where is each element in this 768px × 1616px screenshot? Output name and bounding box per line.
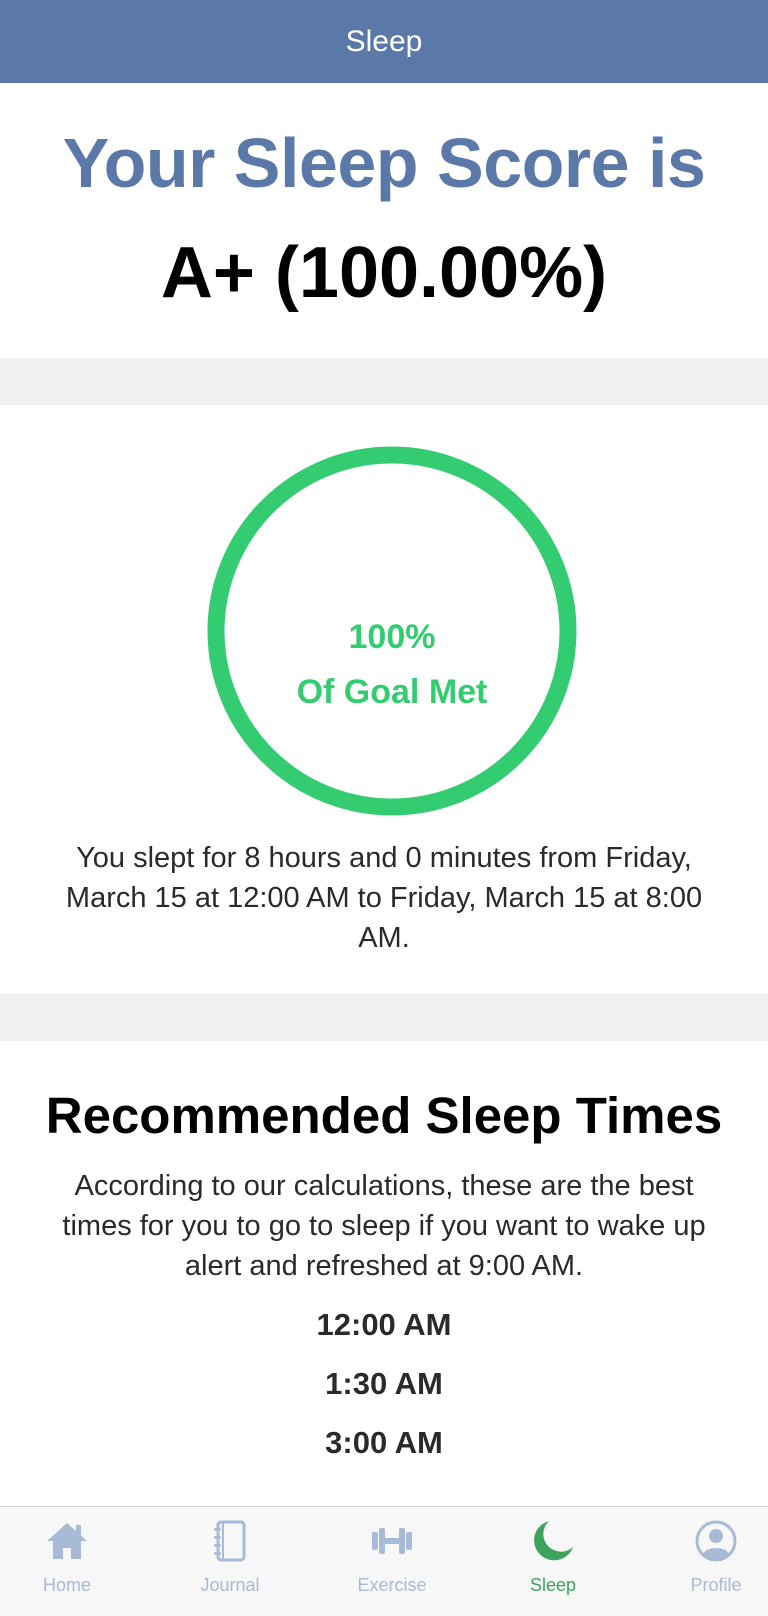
tab-bar: Home Journal Exercise Sleep Profile — [0, 1506, 768, 1616]
recommended-heading: Recommended Sleep Times — [45, 1087, 723, 1144]
sleep-score-card: Your Sleep Score is A+ (100.00%) — [0, 83, 768, 358]
profile-icon — [695, 1520, 737, 1562]
tab-label: Sleep — [529, 1575, 577, 1595]
goal-label: Of Goal Met — [296, 673, 488, 711]
tab-journal[interactable]: Journal — [165, 1517, 295, 1607]
sleep-summary-text: You slept for 8 hours and 0 minutes from… — [65, 842, 703, 954]
tab-sleep[interactable]: Sleep — [488, 1517, 618, 1607]
navigation-bar: Sleep — [0, 0, 768, 83]
recommended-time: 3:00 AM — [325, 1425, 443, 1460]
sleep-goal-card: 100% Of Goal Met You slept for 8 hours a… — [0, 405, 768, 994]
recommended-time: 1:30 AM — [325, 1366, 443, 1401]
sleep-screen: Sleep Your Sleep Score is A+ (100.00%) 1… — [0, 0, 768, 1616]
tab-label: Journal — [200, 1575, 260, 1595]
tab-label: Home — [42, 1575, 91, 1595]
tab-label: Profile — [690, 1575, 742, 1595]
recommended-time: 12:00 AM — [316, 1307, 452, 1342]
moon-icon — [534, 1521, 573, 1561]
page-title: Sleep — [345, 24, 423, 58]
tab-exercise[interactable]: Exercise — [327, 1517, 457, 1607]
recommended-description: According to our calculations, these are… — [62, 1170, 706, 1282]
journal-icon — [214, 1520, 246, 1562]
dumbbell-icon — [372, 1528, 412, 1554]
goal-progress-ring: 100% Of Goal Met — [204, 443, 580, 819]
sleep-score-heading: Your Sleep Score is — [62, 124, 706, 202]
tab-profile[interactable]: Profile — [651, 1517, 768, 1607]
goal-percent: 100% — [348, 618, 436, 656]
home-icon — [47, 1523, 87, 1559]
recommended-sleep-card: Recommended Sleep Times According to our… — [0, 1041, 768, 1506]
tab-label: Exercise — [357, 1575, 427, 1595]
recommended-times-list: 12:00 AM 1:30 AM 3:00 AM — [0, 1295, 768, 1472]
tab-home[interactable]: Home — [2, 1517, 132, 1607]
sleep-score-value: A+ (100.00%) — [160, 233, 608, 313]
